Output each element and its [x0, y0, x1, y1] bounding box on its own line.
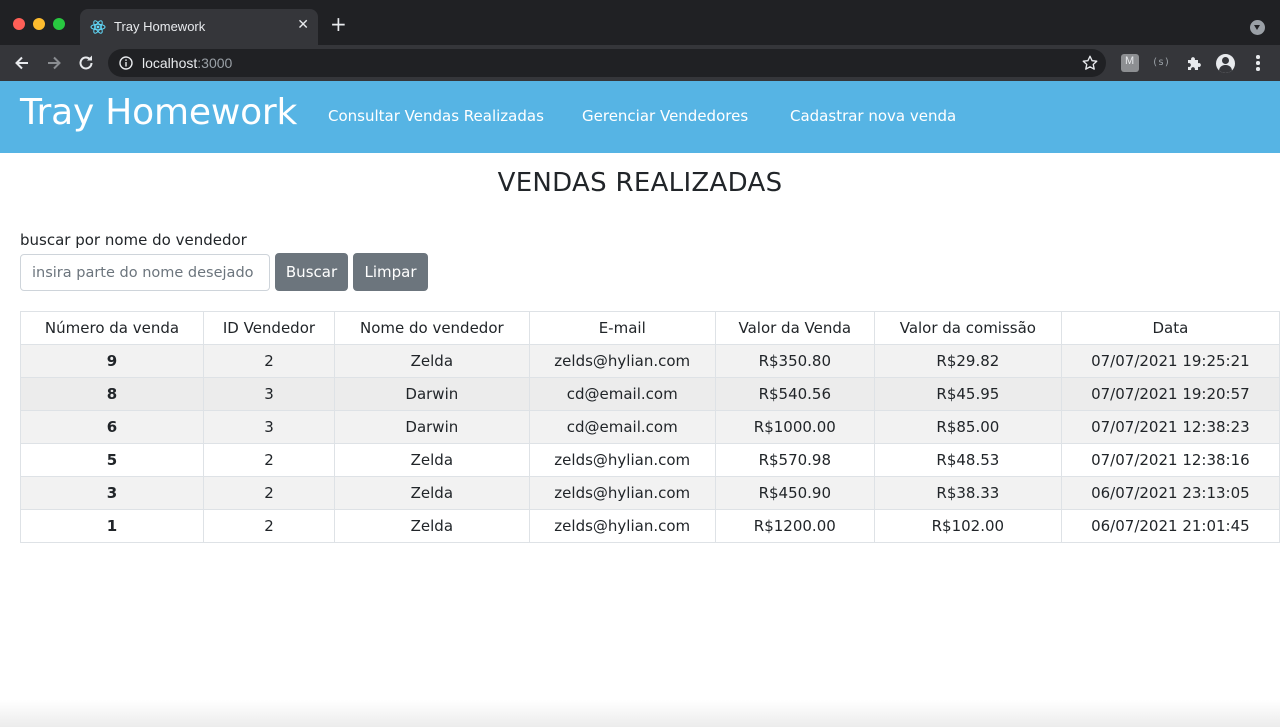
cell-id-vendedor: 3	[203, 377, 335, 411]
more-menu-icon[interactable]	[1256, 55, 1260, 71]
cell-numero-venda: 3	[19, 476, 205, 510]
column-header-nome-vendedor: Nome do vendedor	[333, 311, 530, 345]
cell-valor-comissao: R$102.00	[873, 509, 1062, 543]
column-header-email: E-mail	[528, 311, 716, 345]
cell-data: 07/07/2021 19:20:57	[1060, 377, 1280, 411]
cell-email: zelds@hylian.com	[528, 509, 716, 543]
window-minimize-button[interactable]	[33, 18, 45, 30]
cell-numero-venda: 1	[19, 509, 205, 543]
address-bar[interactable]: localhost:3000	[108, 49, 1106, 77]
cell-email: zelds@hylian.com	[528, 344, 716, 378]
cell-numero-venda: 9	[19, 344, 205, 378]
sales-table: Número da venda ID Vendedor Nome do vend…	[19, 311, 1280, 543]
extension-m-icon[interactable]: M	[1121, 54, 1139, 72]
table-row[interactable]: 6 3 Darwin cd@email.com R$1000.00 R$85.0…	[19, 410, 1280, 444]
url-port: :3000	[197, 55, 233, 71]
brand-logo[interactable]: Tray Homework	[20, 92, 297, 133]
info-icon[interactable]	[119, 56, 133, 70]
table-header-row: Número da venda ID Vendedor Nome do vend…	[19, 311, 1280, 345]
browser-tab-strip: Tray Homework ✕ +	[0, 0, 1280, 45]
cell-id-vendedor: 3	[203, 410, 335, 444]
cell-valor-venda: R$350.80	[714, 344, 875, 378]
cell-valor-venda: R$540.56	[714, 377, 875, 411]
puzzle-extensions-icon[interactable]	[1185, 54, 1203, 72]
cell-valor-comissao: R$29.82	[873, 344, 1062, 378]
table-row[interactable]: 5 2 Zelda zelds@hylian.com R$570.98 R$48…	[19, 443, 1280, 477]
table-row[interactable]: 9 2 Zelda zelds@hylian.com R$350.80 R$29…	[19, 344, 1280, 378]
reload-icon[interactable]	[76, 53, 96, 73]
app-navbar: Tray Homework Consultar Vendas Realizada…	[0, 81, 1280, 153]
nav-link-consultar-vendas[interactable]: Consultar Vendas Realizadas	[328, 107, 544, 125]
cell-data: 07/07/2021 19:25:21	[1060, 344, 1280, 378]
window-close-button[interactable]	[13, 18, 25, 30]
cell-valor-venda: R$1200.00	[714, 509, 875, 543]
cell-valor-venda: R$570.98	[714, 443, 875, 477]
cell-numero-venda: 8	[19, 377, 205, 411]
star-icon[interactable]	[1081, 54, 1099, 72]
cell-id-vendedor: 2	[203, 476, 335, 510]
cell-nome-vendedor: Darwin	[333, 410, 530, 444]
back-arrow-icon[interactable]	[12, 53, 32, 73]
cell-nome-vendedor: Zelda	[333, 344, 530, 378]
cell-valor-comissao: R$38.33	[873, 476, 1062, 510]
cell-valor-comissao: R$45.95	[873, 377, 1062, 411]
url-host: localhost	[142, 55, 198, 71]
extension-s-icon[interactable]: (s)	[1152, 57, 1170, 75]
cell-email: cd@email.com	[528, 410, 716, 444]
cell-valor-comissao: R$48.53	[873, 443, 1062, 477]
column-header-data: Data	[1060, 311, 1280, 345]
table-row[interactable]: 8 3 Darwin cd@email.com R$540.56 R$45.95…	[19, 377, 1280, 411]
cell-email: zelds@hylian.com	[528, 476, 716, 510]
search-label: buscar por nome do vendedor	[20, 231, 247, 249]
clear-button[interactable]: Limpar	[353, 253, 428, 291]
cell-numero-venda: 6	[19, 410, 205, 444]
profile-avatar-icon[interactable]	[1216, 54, 1235, 73]
table-row[interactable]: 1 2 Zelda zelds@hylian.com R$1200.00 R$1…	[19, 509, 1280, 543]
cell-email: cd@email.com	[528, 377, 716, 411]
cell-valor-venda: R$1000.00	[714, 410, 875, 444]
seller-name-search-input[interactable]	[20, 254, 270, 291]
window-zoom-button[interactable]	[53, 18, 65, 30]
tab-search-icon[interactable]	[1250, 20, 1265, 35]
nav-link-cadastrar-venda[interactable]: Cadastrar nova venda	[790, 107, 956, 125]
new-tab-button[interactable]: +	[330, 14, 347, 34]
page-bottom-shadow	[0, 700, 1280, 727]
cell-data: 07/07/2021 12:38:16	[1060, 443, 1280, 477]
column-header-numero-venda: Número da venda	[19, 311, 205, 345]
cell-data: 06/07/2021 21:01:45	[1060, 509, 1280, 543]
forward-arrow-icon[interactable]	[44, 53, 64, 73]
page-title: VENDAS REALIZADAS	[497, 168, 783, 198]
cell-email: zelds@hylian.com	[528, 443, 716, 477]
column-header-id-vendedor: ID Vendedor	[203, 311, 335, 345]
browser-tab[interactable]: Tray Homework ✕	[80, 9, 318, 45]
cell-numero-venda: 5	[19, 443, 205, 477]
cell-id-vendedor: 2	[203, 443, 335, 477]
column-header-valor-venda: Valor da Venda	[714, 311, 875, 345]
table-row[interactable]: 3 2 Zelda zelds@hylian.com R$450.90 R$38…	[19, 476, 1280, 510]
nav-link-gerenciar-vendedores[interactable]: Gerenciar Vendedores	[582, 107, 748, 125]
cell-data: 06/07/2021 23:13:05	[1060, 476, 1280, 510]
search-button[interactable]: Buscar	[275, 253, 348, 291]
tab-close-icon[interactable]: ✕	[297, 17, 309, 33]
column-header-valor-comissao: Valor da comissão	[873, 311, 1062, 345]
cell-id-vendedor: 2	[203, 509, 335, 543]
cell-id-vendedor: 2	[203, 344, 335, 378]
tab-title: Tray Homework	[114, 19, 206, 34]
cell-nome-vendedor: Zelda	[333, 509, 530, 543]
url-text: localhost:3000	[142, 55, 232, 71]
cell-valor-comissao: R$85.00	[873, 410, 1062, 444]
cell-nome-vendedor: Zelda	[333, 476, 530, 510]
cell-nome-vendedor: Darwin	[333, 377, 530, 411]
extension-m-label: M	[1125, 55, 1135, 67]
cell-nome-vendedor: Zelda	[333, 443, 530, 477]
cell-data: 07/07/2021 12:38:23	[1060, 410, 1280, 444]
cell-valor-venda: R$450.90	[714, 476, 875, 510]
browser-toolbar: localhost:3000 M (s)	[0, 45, 1280, 81]
react-favicon-icon	[90, 20, 106, 34]
